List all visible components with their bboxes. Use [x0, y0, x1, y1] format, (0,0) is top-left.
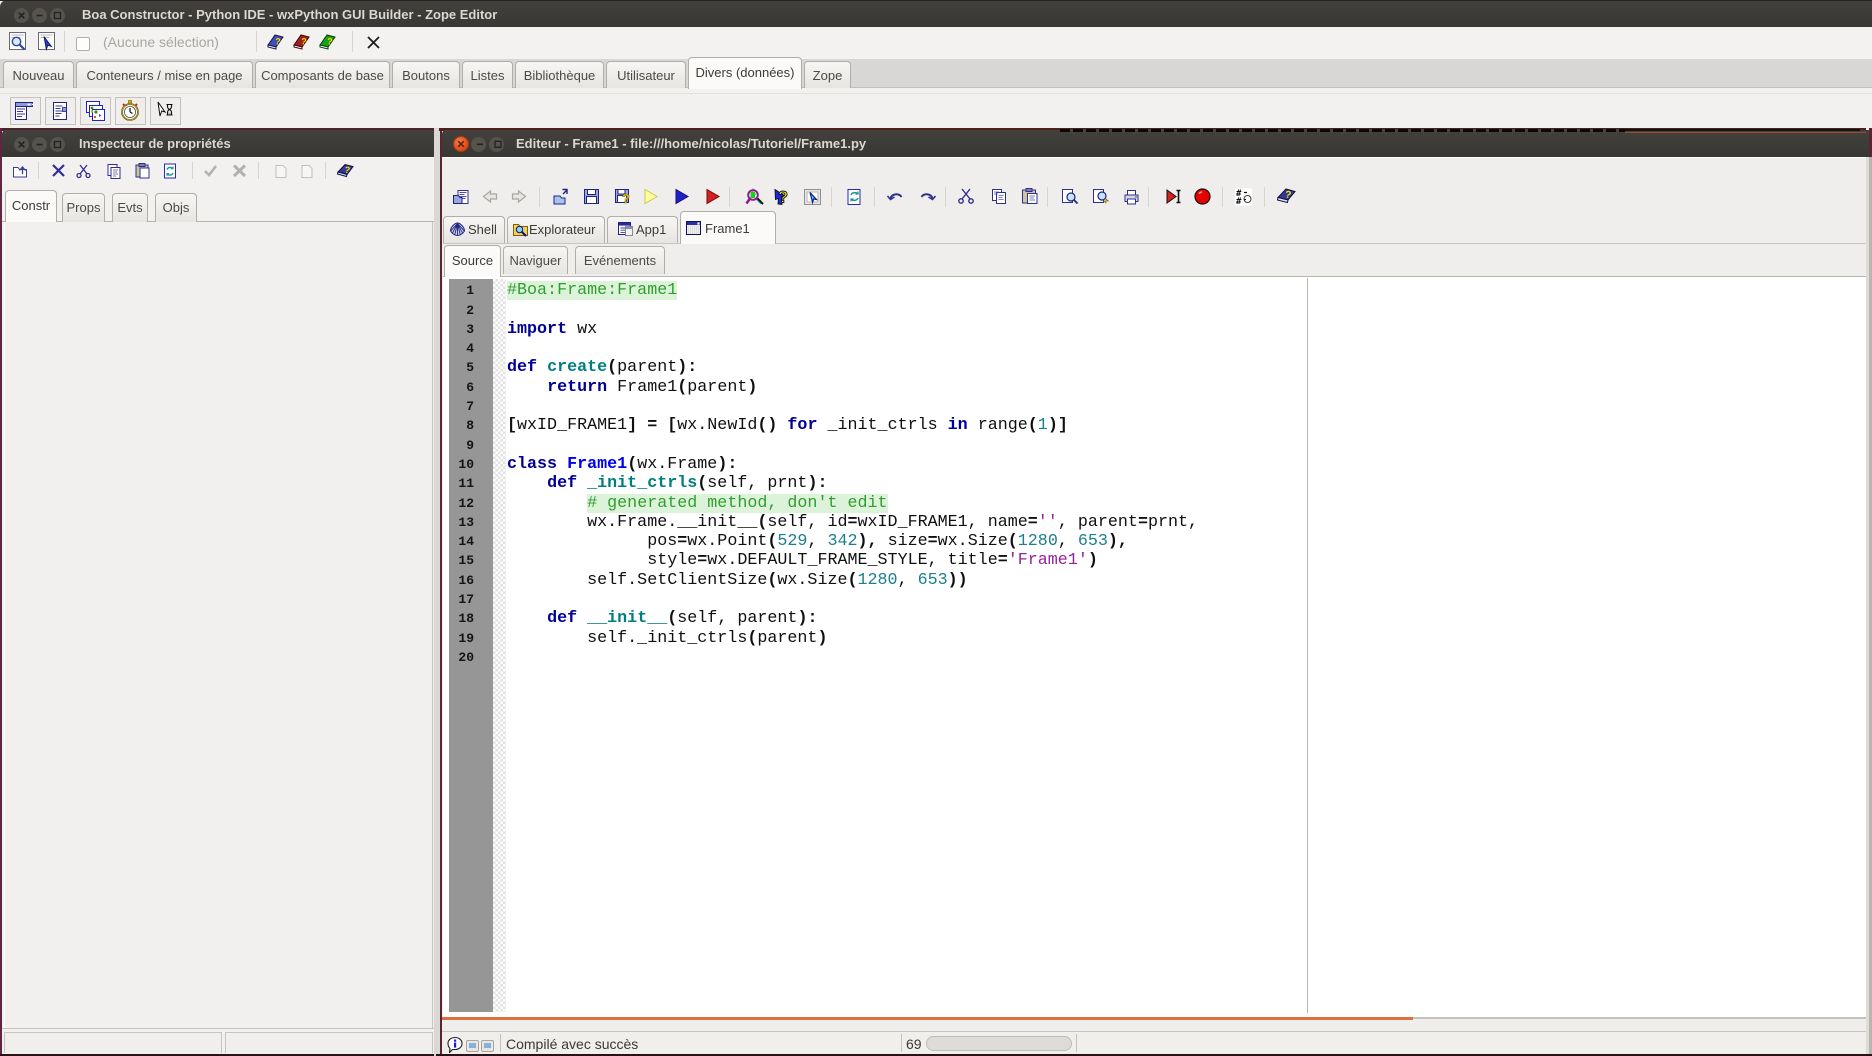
svg-text:?: ? — [778, 189, 788, 207]
svg-text:?: ? — [1284, 189, 1292, 201]
svg-text:?: ? — [300, 36, 307, 47]
svg-text:#: # — [1236, 197, 1242, 207]
svg-text:?: ? — [274, 36, 281, 47]
svg-text:?: ? — [326, 36, 333, 47]
svg-text:?: ? — [344, 164, 351, 175]
svg-text:?: ? — [622, 191, 630, 206]
